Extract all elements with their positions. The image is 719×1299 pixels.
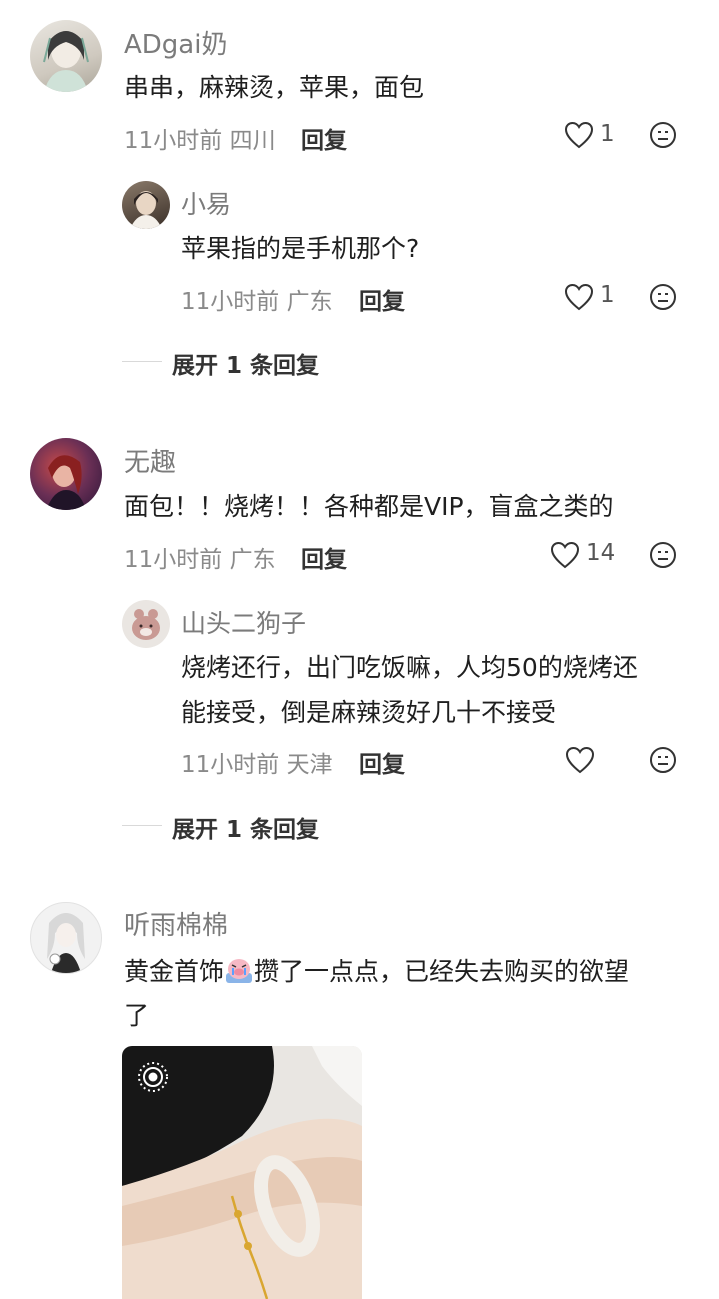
- emoji-face-icon[interactable]: [649, 541, 677, 569]
- comment-meta: 11小时前 广东: [124, 540, 276, 574]
- comment-text: 串串，麻辣烫，苹果，面包: [124, 73, 425, 102]
- avatar[interactable]: [30, 438, 102, 510]
- username[interactable]: 小易: [181, 185, 231, 221]
- heart-icon[interactable]: [564, 283, 594, 311]
- emoji-face-icon[interactable]: [649, 121, 677, 149]
- heart-icon[interactable]: [550, 541, 580, 569]
- avatar[interactable]: [30, 20, 102, 92]
- comment-text: 面包！！烧烤！！各种都是VIP，盲盒之类的: [124, 492, 614, 521]
- location: 广东: [229, 547, 276, 573]
- username[interactable]: ADgai奶: [124, 24, 227, 61]
- heart-icon[interactable]: [564, 121, 594, 149]
- emoji-face-icon[interactable]: [649, 283, 677, 311]
- reply-meta: 11小时前 天津: [181, 745, 333, 779]
- timestamp: 11小时前: [124, 547, 223, 573]
- avatar[interactable]: [30, 902, 102, 974]
- comment-text-line-2: 了: [124, 1001, 150, 1030]
- reply-text-line-1: 烧烤还行，出门吃饭嘛，人均50的烧烤还: [181, 653, 638, 682]
- like-count: 14: [586, 540, 616, 566]
- expand-replies-button[interactable]: 展开 1 条回复: [172, 346, 319, 380]
- username[interactable]: 山头二狗子: [181, 604, 306, 640]
- attached-photo[interactable]: [122, 1046, 362, 1299]
- reply-text: 苹果指的是手机那个?: [181, 234, 420, 263]
- expand-replies-button[interactable]: 展开 1 条回复: [172, 810, 319, 844]
- comment-meta: 11小时前 四川: [124, 121, 276, 155]
- username[interactable]: 听雨棉棉: [124, 905, 228, 942]
- live-photo-icon[interactable]: [136, 1060, 170, 1094]
- reply-button[interactable]: 回复: [359, 745, 405, 779]
- location: 四川: [229, 128, 276, 154]
- reply-button[interactable]: 回复: [301, 121, 347, 155]
- location: 广东: [286, 289, 333, 315]
- reply-button[interactable]: 回复: [359, 282, 405, 316]
- reply-button[interactable]: 回复: [301, 540, 347, 574]
- timestamp: 11小时前: [181, 289, 280, 315]
- comment-text-part: 黄金首饰: [124, 957, 225, 986]
- like-count: 1: [600, 282, 615, 308]
- crying-pig-emoji: [224, 955, 254, 985]
- timestamp: 11小时前: [124, 128, 223, 154]
- username[interactable]: 无趣: [124, 442, 176, 479]
- expand-divider: [122, 825, 162, 826]
- avatar[interactable]: [122, 600, 170, 648]
- comment-text-part: 攒了一点点，已经失去购买的欲望: [254, 957, 630, 986]
- reply-text-line-2: 能接受，倒是麻辣烫好几十不接受: [181, 698, 557, 727]
- avatar[interactable]: [122, 181, 170, 229]
- timestamp: 11小时前: [181, 752, 280, 778]
- expand-divider: [122, 361, 162, 362]
- comment-text-line-1: 黄金首饰 攒了一点点，已经失去购买的欲望: [124, 952, 629, 988]
- heart-icon[interactable]: [565, 746, 595, 774]
- like-count: 1: [600, 121, 615, 147]
- location: 天津: [286, 752, 333, 778]
- emoji-face-icon[interactable]: [649, 746, 677, 774]
- reply-meta: 11小时前 广东: [181, 282, 333, 316]
